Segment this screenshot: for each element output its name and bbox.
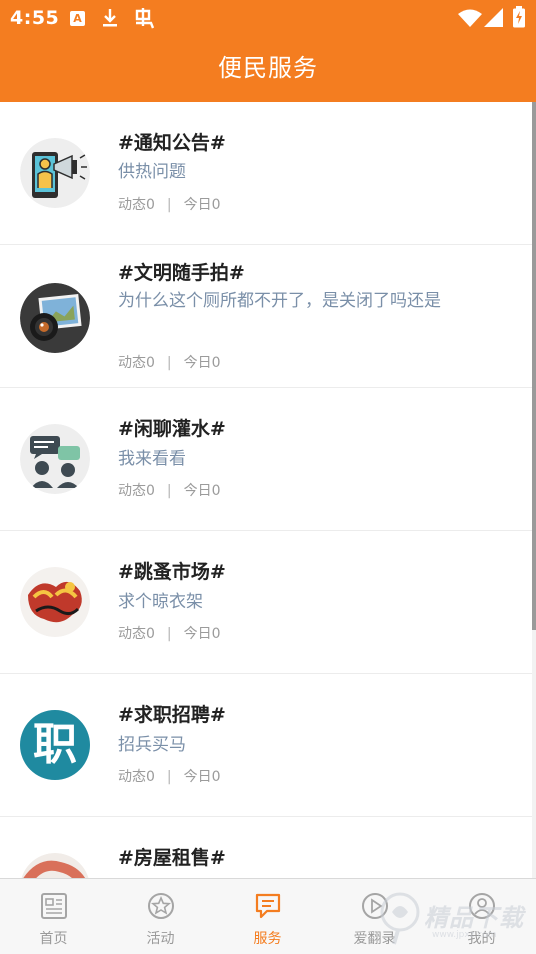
item-desc: 求个晾衣架: [118, 592, 203, 612]
item-today-count: 今日0: [183, 483, 221, 499]
item-title: #房屋租售#: [118, 847, 226, 869]
tab-label: 活动: [146, 931, 175, 947]
item-today-count: 今日0: [183, 355, 221, 371]
download-icon: [103, 9, 117, 27]
item-title: #跳蚤市场#: [118, 561, 226, 583]
watermark-url: www.jpxz.com: [432, 930, 497, 940]
item-desc: 招兵买马: [118, 735, 186, 755]
house-icon: [20, 853, 90, 878]
item-meta: 动态0 | 今日0: [118, 197, 221, 213]
item-posts-count: 动态0: [118, 197, 155, 213]
signal-icon: [484, 8, 503, 27]
battery-icon: [513, 6, 525, 28]
item-meta: 动态0 | 今日0: [118, 355, 221, 371]
status-bar: 4:55 A: [0, 0, 536, 36]
wifi-icon: [458, 9, 482, 27]
chat-people-icon: [20, 424, 90, 494]
item-posts-count: 动态0: [118, 483, 155, 499]
item-title: #文明随手拍#: [118, 262, 245, 284]
status-time: 4:55: [10, 7, 60, 29]
tab-home[interactable]: 首页: [0, 879, 107, 954]
list-item[interactable]: #文明随手拍# 为什么这个厕所都不开了，是关闭了吗还是 动态0 | 今日0: [0, 245, 532, 388]
list-item[interactable]: #闲聊灌水# 我来看看 动态0 | 今日0: [0, 388, 532, 531]
scrollbar[interactable]: [532, 102, 536, 630]
watermark-text: 精品下载: [424, 904, 524, 932]
item-posts-count: 动态0: [118, 626, 155, 642]
item-today-count: 今日0: [183, 769, 221, 785]
job-icon-text: 职: [33, 719, 77, 770]
flea-market-logo-icon: [20, 567, 90, 637]
watermark: 精品下载 www.jpxz.com: [378, 886, 536, 950]
item-desc: 供热问题: [118, 162, 186, 182]
item-title: #闲聊灌水#: [118, 418, 226, 440]
item-today-count: 今日0: [183, 197, 221, 213]
item-meta: 动态0 | 今日0: [118, 626, 221, 642]
item-today-count: 今日0: [183, 626, 221, 642]
tab-activity[interactable]: 活动: [107, 879, 214, 954]
tab-label: 服务: [253, 931, 282, 947]
service-list[interactable]: #通知公告# 供热问题 动态0 | 今日0 #文明随手拍# 为什么这个厕所都不开了，…: [0, 102, 532, 878]
service-icon: [255, 893, 281, 919]
item-meta: 动态0 | 今日0: [118, 769, 221, 785]
camera-icon: [20, 283, 90, 353]
item-desc: 为什么这个厕所都不开了，是关闭了吗还是: [118, 291, 441, 311]
activity-icon: [148, 893, 174, 919]
item-desc: 我来看看: [118, 449, 186, 469]
item-title: #求职招聘#: [118, 704, 226, 726]
item-posts-count: 动态0: [118, 769, 155, 785]
list-item[interactable]: 职 #求职招聘# 招兵买马 动态0 | 今日0: [0, 674, 532, 817]
page-title: 便民服务: [218, 54, 318, 82]
item-title: #通知公告#: [118, 132, 226, 154]
megaphone-icon: [20, 138, 90, 208]
app-a-icon: A: [70, 11, 85, 26]
home-icon: [41, 893, 67, 919]
job-icon: 职: [20, 710, 90, 780]
list-item[interactable]: #房屋租售#: [0, 817, 532, 878]
watermark-logo-icon: [380, 892, 420, 945]
list-item[interactable]: #通知公告# 供热问题 动态0 | 今日0: [0, 102, 532, 245]
app-header: 4:55 A 便民服务: [0, 0, 536, 102]
notification-app-icon: [135, 8, 155, 29]
tab-service[interactable]: 服务: [214, 879, 321, 954]
list-item[interactable]: #跳蚤市场# 求个晾衣架 动态0 | 今日0: [0, 531, 532, 674]
item-meta: 动态0 | 今日0: [118, 483, 221, 499]
item-posts-count: 动态0: [118, 355, 155, 371]
tab-label: 首页: [39, 931, 68, 947]
